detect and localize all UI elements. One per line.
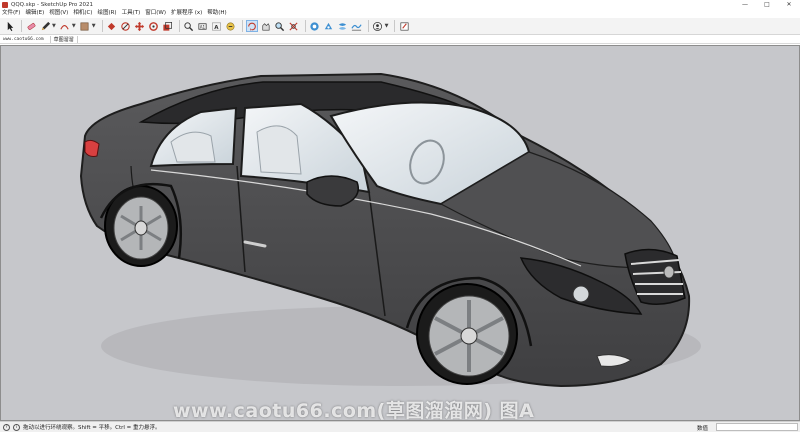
offset-icon[interactable] <box>120 20 132 32</box>
status-hint: 拖动以进行环绕观察。Shift = 平移。Ctrl = 重力悬浮。 <box>23 425 161 431</box>
toolbar-separator <box>304 20 306 32</box>
status-bar: ? i 拖动以进行环绕观察。Shift = 平移。Ctrl = 重力悬浮。 数值 <box>0 421 800 432</box>
toolbar-separator <box>241 20 243 32</box>
car-model[interactable] <box>1 46 800 421</box>
menu-bar: 文件(F) 编辑(E) 视图(V) 相机(C) 绘图(R) 工具(T) 窗口(W… <box>0 9 800 18</box>
svg-text:A1: A1 <box>200 24 206 29</box>
measurements-label: 数值 <box>697 426 709 432</box>
menu-file[interactable]: 文件(F) <box>2 9 20 18</box>
menu-edit[interactable]: 编辑(E) <box>25 9 44 18</box>
arc-icon[interactable] <box>59 20 71 32</box>
tape-icon[interactable]: A1 <box>197 20 209 32</box>
window-controls: — □ ✕ <box>734 0 800 9</box>
toolbar-separator <box>394 20 396 32</box>
close-button[interactable]: ✕ <box>778 0 800 9</box>
orbit-icon[interactable] <box>245 20 258 32</box>
toolbar-separator <box>21 20 22 32</box>
scale-icon[interactable] <box>162 20 174 32</box>
minimize-button[interactable]: — <box>734 0 756 9</box>
main-toolbar: ▼ ▼ ▼ A1 A ▼ <box>0 18 800 35</box>
chevron-down-icon[interactable]: ▼ <box>385 23 389 29</box>
help-icon[interactable]: ? <box>3 423 10 431</box>
title-bar: QQQ.skp - SketchUp Pro 2021 — □ ✕ <box>0 0 800 9</box>
text-icon[interactable]: A <box>211 20 223 32</box>
toolbar-separator <box>178 20 180 32</box>
pencil-icon[interactable] <box>39 20 51 32</box>
info-icon[interactable]: i <box>13 423 20 431</box>
menu-tools[interactable]: 工具(T) <box>122 9 141 18</box>
pan-icon[interactable] <box>260 20 272 32</box>
maximize-button[interactable]: □ <box>756 0 778 9</box>
push-pull-icon[interactable] <box>106 20 118 32</box>
edit-icon[interactable] <box>398 20 410 32</box>
layout-icon[interactable] <box>337 20 349 32</box>
extension-warehouse-icon[interactable] <box>323 20 335 32</box>
svg-text:A: A <box>214 24 219 30</box>
eraser-icon[interactable] <box>25 20 37 32</box>
scene-tab[interactable]: 草图溜溜 <box>49 35 78 43</box>
menu-window[interactable]: 窗口(W) <box>145 9 166 18</box>
viewport-watermark: www.caotu66.com(草图溜溜网) 图A <box>173 400 535 421</box>
menu-view[interactable]: 视图(V) <box>49 9 68 18</box>
menu-draw[interactable]: 绘图(R) <box>97 9 116 18</box>
sketchup-logo-icon <box>2 1 8 8</box>
select-icon[interactable] <box>4 20 16 32</box>
account-icon[interactable] <box>372 20 384 32</box>
shape-icon[interactable] <box>79 20 91 32</box>
move-icon[interactable] <box>134 20 146 32</box>
toolbar-separator <box>101 20 103 32</box>
dimension-icon[interactable] <box>225 20 237 32</box>
chevron-down-icon[interactable]: ▼ <box>72 23 76 29</box>
scene-tab-bar: www.caotu66.com 草图溜溜 <box>0 35 800 44</box>
sandbox-icon[interactable] <box>351 20 363 32</box>
toolbar-watermark: www.caotu66.com <box>3 36 44 42</box>
window-title: QQQ.skp - SketchUp Pro 2021 <box>11 1 94 8</box>
3d-viewport[interactable]: www.caotu66.com(草图溜溜网) 图A <box>0 45 800 421</box>
measurements-input[interactable] <box>716 423 798 431</box>
rotate-icon[interactable] <box>148 20 160 32</box>
zoom-extents-icon[interactable] <box>288 20 300 32</box>
chevron-down-icon[interactable]: ▼ <box>52 23 56 29</box>
menu-extensions[interactable]: 扩展程序 (x) <box>171 9 202 18</box>
menu-help[interactable]: 帮助(H) <box>207 9 226 18</box>
menu-camera[interactable]: 相机(C) <box>73 9 92 18</box>
zoom-icon[interactable] <box>274 20 286 32</box>
toolbar-separator <box>367 20 369 32</box>
follow-me-icon[interactable] <box>183 20 195 32</box>
chevron-down-icon[interactable]: ▼ <box>92 23 96 29</box>
warehouse-icon[interactable] <box>309 20 321 32</box>
